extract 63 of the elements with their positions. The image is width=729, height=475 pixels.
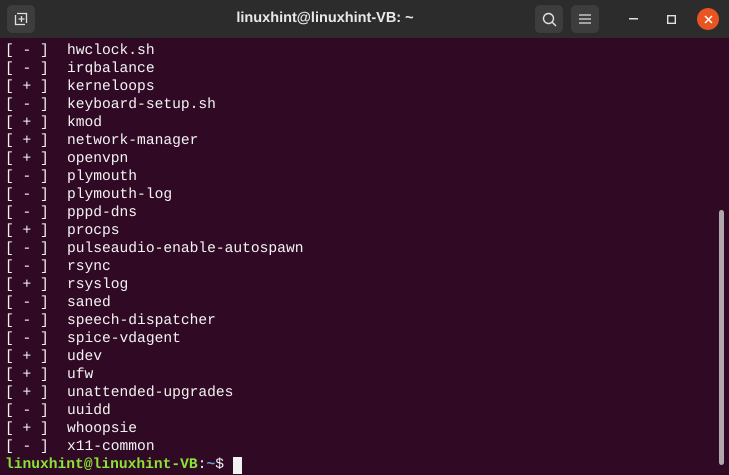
service-name: udev	[67, 348, 102, 366]
service-name: keyboard-setup.sh	[67, 96, 216, 114]
prompt-symbol: $	[215, 456, 224, 474]
service-status: [ + ]	[5, 420, 50, 438]
service-status: [ + ]	[5, 348, 50, 366]
service-status: [ + ]	[5, 366, 50, 384]
service-name: whoopsie	[67, 420, 138, 438]
service-status: [ + ]	[5, 114, 50, 132]
menu-icon	[579, 14, 591, 24]
service-status: [ - ]	[5, 312, 50, 330]
service-name: speech-dispatcher	[67, 312, 216, 330]
service-name: rsyslog	[67, 276, 128, 294]
service-status: [ - ]	[5, 258, 50, 276]
service-name: openvpn	[67, 150, 128, 168]
new-tab-icon	[14, 12, 28, 26]
maximize-icon	[666, 14, 676, 24]
search-button[interactable]	[535, 5, 563, 33]
menu-button[interactable]	[571, 5, 599, 33]
service-status: [ - ]	[5, 96, 50, 114]
service-name: pulseaudio-enable-autospawn	[67, 240, 304, 258]
service-status: [ + ]	[5, 276, 50, 294]
service-name: saned	[67, 294, 111, 312]
service-status: [ - ]	[5, 402, 50, 420]
service-name: unattended-upgrades	[67, 384, 234, 402]
service-status: [ - ]	[5, 294, 50, 312]
service-status: [ + ]	[5, 150, 50, 168]
prompt-user-host: linuxhint@linuxhint-VB	[5, 456, 198, 474]
service-name: irqbalance	[67, 60, 155, 78]
close-icon	[704, 14, 712, 24]
service-name: x11-common	[67, 438, 155, 456]
service-status: [ - ]	[5, 438, 50, 456]
service-status: [ + ]	[5, 78, 50, 96]
service-status: [ - ]	[5, 330, 50, 348]
text-cursor	[232, 456, 242, 474]
service-name: spice-vdagent	[67, 330, 181, 348]
prompt-path: ~	[206, 456, 216, 474]
service-name: ufw	[67, 366, 94, 384]
service-status: [ - ]	[5, 240, 50, 258]
service-name: uuidd	[67, 402, 111, 420]
window-title: linuxhint@linuxhint-VB: ~	[236, 9, 414, 28]
service-name: rsync	[67, 258, 111, 276]
service-name: kerneloops	[67, 78, 155, 96]
service-name: plymouth-log	[67, 186, 172, 204]
scrollbar-thumb[interactable]	[719, 210, 724, 465]
search-icon	[542, 12, 556, 26]
service-status: [ - ]	[5, 168, 50, 186]
service-name: procps	[67, 222, 120, 240]
close-button[interactable]	[697, 8, 719, 30]
service-status: [ - ]	[5, 60, 50, 78]
service-name: plymouth	[67, 168, 138, 186]
service-name: pppd-dns	[67, 204, 138, 222]
service-name: kmod	[67, 114, 102, 132]
new-tab-button[interactable]	[7, 5, 35, 33]
service-name: hwclock.sh	[67, 42, 155, 60]
service-status: [ - ]	[5, 42, 50, 60]
service-status: [ - ]	[5, 204, 50, 222]
service-status: [ + ]	[5, 132, 50, 150]
prompt-separator: :	[198, 456, 206, 474]
service-status: [ - ]	[5, 186, 50, 204]
service-status: [ + ]	[5, 222, 50, 240]
service-name: network-manager	[67, 132, 198, 150]
service-status: [ + ]	[5, 384, 50, 402]
minimize-icon	[628, 18, 638, 20]
